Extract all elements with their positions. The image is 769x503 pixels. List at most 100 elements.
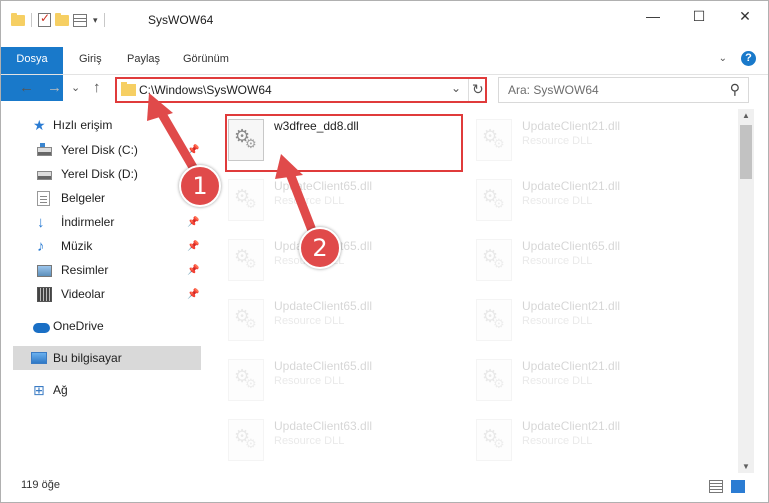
- search-box[interactable]: Ara: SysWOW64 ⚲: [498, 77, 749, 103]
- back-button[interactable]: ←: [19, 79, 34, 96]
- this-pc-icon: [31, 352, 47, 364]
- dll-file-icon: [476, 419, 512, 461]
- address-bar[interactable]: C:\Windows\SysWOW64 ⌄ ↻: [115, 77, 487, 103]
- scrollbar-thumb[interactable]: [740, 125, 752, 179]
- sidebar-item-this-pc[interactable]: Bu bilgisayar: [13, 346, 201, 370]
- file-name: UpdateClient65.dll: [274, 299, 373, 313]
- properties-check-icon[interactable]: [38, 11, 51, 27]
- address-dropdown-icon[interactable]: ⌄: [451, 81, 461, 95]
- address-path[interactable]: C:\Windows\SysWOW64: [139, 83, 272, 97]
- file-item[interactable]: UpdateClient65.dll Resource DLL: [208, 351, 438, 405]
- pin-icon[interactable]: 📌: [187, 265, 199, 276]
- pin-icon[interactable]: 📌: [187, 241, 199, 252]
- sidebar-item-label: Hızlı erişim: [53, 118, 113, 132]
- dll-file-icon: [228, 359, 264, 401]
- file-item[interactable]: UpdateClient21.dll Resource DLL: [456, 351, 686, 405]
- sidebar-item-music[interactable]: ♪ Müzik 📌: [1, 234, 201, 258]
- file-type: Resource DLL: [274, 435, 345, 447]
- file-item[interactable]: UpdateClient63.dll Resource DLL: [208, 411, 438, 465]
- vertical-scrollbar[interactable]: ▲ ▼: [738, 109, 754, 473]
- up-button[interactable]: ↑: [93, 79, 101, 96]
- file-type: Resource DLL: [522, 195, 593, 207]
- dll-file-icon: [228, 419, 264, 461]
- dll-file-icon: [476, 239, 512, 281]
- file-item[interactable]: UpdateClient21.dll Resource DLL: [456, 291, 686, 345]
- sidebar-item-label: Resimler: [61, 263, 109, 277]
- sidebar-item-label: Müzik: [61, 239, 93, 253]
- step-2-badge: 2: [299, 227, 341, 269]
- file-name: UpdateClient63.dll: [274, 419, 373, 433]
- file-type: Resource DLL: [274, 315, 345, 327]
- maximize-button[interactable]: ☐: [676, 1, 722, 31]
- sidebar-item-network[interactable]: ⊞ Ağ: [1, 378, 201, 402]
- file-item[interactable]: UpdateClient65.dll Resource DLL: [208, 291, 438, 345]
- videos-icon: [37, 286, 52, 302]
- folder-icon: [11, 12, 25, 26]
- file-type: Resource DLL: [274, 375, 345, 387]
- sidebar-item-onedrive[interactable]: OneDrive: [1, 314, 201, 338]
- sidebar-item-local-disk-c[interactable]: Yerel Disk (C:) 📌: [1, 138, 201, 162]
- sidebar-item-local-disk-d[interactable]: Yerel Disk (D:): [1, 162, 201, 186]
- file-item[interactable]: UpdateClient21.dll Resource DLL: [456, 111, 686, 165]
- file-name: UpdateClient65.dll: [522, 239, 621, 253]
- tab-home[interactable]: Giriş: [79, 47, 102, 71]
- sidebar-item-quick-access[interactable]: ★ Hızlı erişim: [1, 113, 201, 137]
- dll-file-icon: [476, 299, 512, 341]
- file-name: UpdateClient21.dll: [522, 419, 621, 433]
- file-type: Resource DLL: [522, 315, 593, 327]
- search-placeholder[interactable]: Ara: SysWOW64: [508, 83, 599, 97]
- sidebar-item-label: İndirmeler: [61, 215, 115, 229]
- expand-ribbon-icon[interactable]: ⌄: [719, 53, 727, 64]
- minimize-button[interactable]: —: [630, 1, 676, 31]
- dll-file-icon: [228, 239, 264, 281]
- file-name: UpdateClient65.dll: [274, 359, 373, 373]
- file-item[interactable]: UpdateClient65.dll Resource DLL: [456, 231, 686, 285]
- tab-share[interactable]: Paylaş: [127, 47, 160, 71]
- explorer-window: ▾ SysWOW64 — ☐ ✕ Dosya Giriş Paylaş Görü…: [0, 0, 769, 503]
- separator: [31, 13, 32, 27]
- sidebar-item-downloads[interactable]: ↓ İndirmeler 📌: [1, 210, 201, 234]
- separator: [468, 79, 469, 101]
- star-icon: ★: [33, 116, 46, 133]
- sidebar-item-label: Bu bilgisayar: [53, 351, 122, 365]
- refresh-icon[interactable]: ↻: [472, 81, 484, 98]
- tab-view[interactable]: Görünüm: [183, 47, 229, 71]
- pin-icon[interactable]: 📌: [187, 289, 199, 300]
- close-button[interactable]: ✕: [722, 1, 768, 31]
- file-item[interactable]: UpdateClient21.dll Resource DLL: [456, 411, 686, 465]
- file-item[interactable]: UpdateClient65.dll Resource DLL: [208, 171, 438, 225]
- large-icons-view-icon[interactable]: [731, 480, 745, 493]
- pin-icon[interactable]: 📌: [187, 145, 199, 156]
- file-name: UpdateClient21.dll: [522, 179, 621, 193]
- search-icon[interactable]: ⚲: [730, 81, 740, 98]
- customize-dropdown-icon[interactable]: ▾: [93, 15, 98, 26]
- item-count: 119 öğe: [21, 479, 60, 491]
- scroll-up-icon[interactable]: ▲: [742, 111, 750, 120]
- sidebar-item-documents[interactable]: Belgeler: [1, 186, 201, 210]
- file-name: UpdateClient21.dll: [522, 299, 621, 313]
- file-type: Resource DLL: [522, 135, 593, 147]
- dll-file-icon: [228, 179, 264, 221]
- sidebar-item-pictures[interactable]: Resimler 📌: [1, 258, 201, 282]
- sidebar-item-label: Yerel Disk (D:): [61, 167, 138, 181]
- dll-file-icon: [228, 299, 264, 341]
- sidebar-item-videos[interactable]: Videolar 📌: [1, 282, 201, 306]
- status-bar: 119 öğe: [1, 475, 768, 501]
- pin-icon[interactable]: 📌: [187, 217, 199, 228]
- network-icon: ⊞: [33, 381, 45, 398]
- new-folder-icon[interactable]: [55, 12, 69, 26]
- file-type: Resource DLL: [522, 255, 593, 267]
- quick-access-toolbar: ▾: [11, 11, 107, 27]
- pictures-icon: [37, 264, 52, 277]
- navigation-bar: ← → ⌄ ↑ C:\Windows\SysWOW64 ⌄ ↻ Ara: Sys…: [1, 74, 768, 104]
- help-icon[interactable]: ?: [741, 51, 756, 66]
- forward-button[interactable]: →: [47, 79, 62, 96]
- file-name: UpdateClient21.dll: [522, 119, 621, 133]
- file-item[interactable]: UpdateClient21.dll Resource DLL: [456, 171, 686, 225]
- details-view-icon[interactable]: [709, 480, 723, 493]
- ribbon-tabs: Dosya Giriş Paylaş Görünüm ⌄ ?: [1, 47, 768, 101]
- sidebar-item-label: Videolar: [61, 287, 105, 301]
- recent-locations-button[interactable]: ⌄: [71, 81, 80, 94]
- scroll-down-icon[interactable]: ▼: [742, 462, 750, 471]
- properties-icon[interactable]: [73, 13, 87, 27]
